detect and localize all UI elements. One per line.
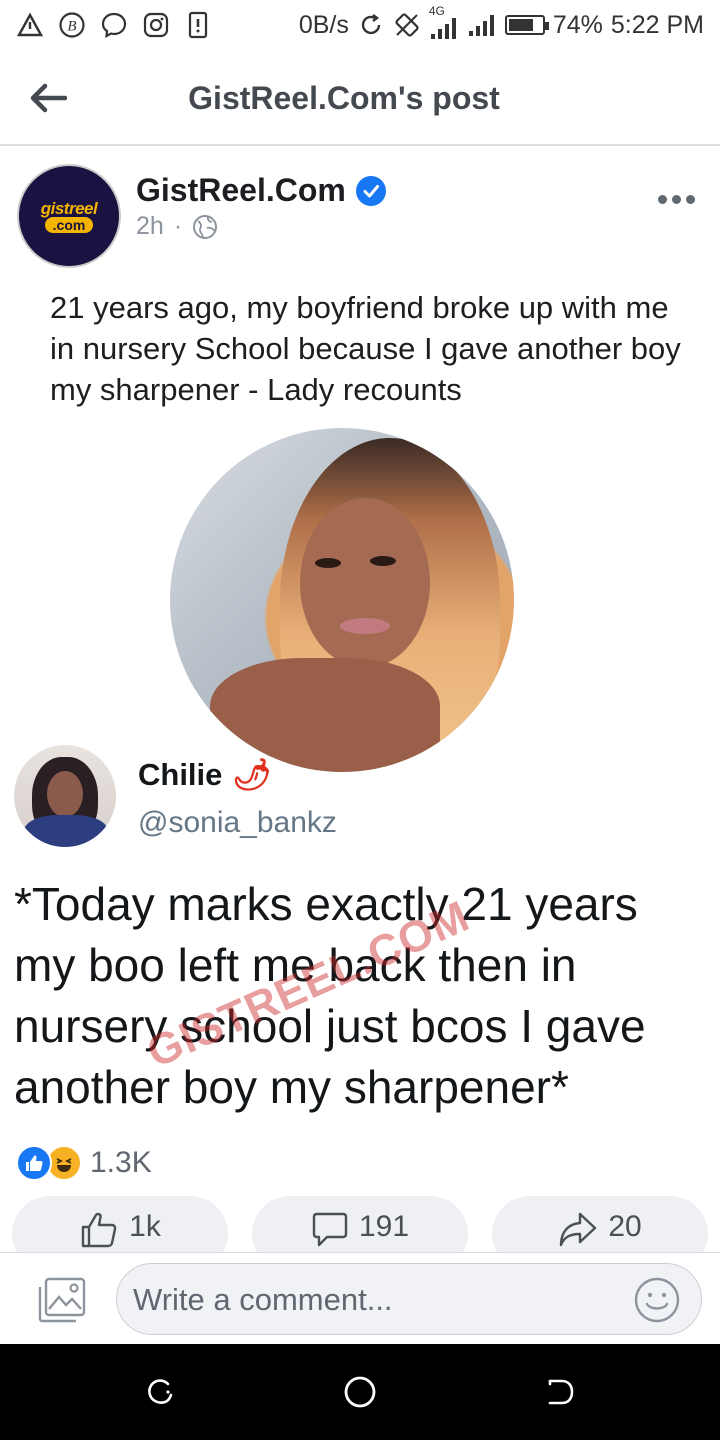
tweet-name: Chilie (138, 756, 223, 792)
page-title: GistReel.Com's post (188, 80, 500, 116)
emoji-smiley-icon[interactable] (633, 1276, 681, 1324)
reaction-count: 1.3K (90, 1146, 152, 1179)
tweet-handle: @sonia_bankz (138, 806, 337, 839)
meta-separator: · (173, 212, 183, 240)
comment-bar: Write a comment... (0, 1252, 720, 1344)
chili-pepper-icon: 🌶 (232, 757, 272, 792)
recent-apps-button[interactable] (140, 1372, 180, 1412)
post-meta: 2h · (136, 212, 218, 241)
tweet-avatar (14, 745, 116, 847)
battery-icon (504, 15, 549, 35)
svg-text:B: B (67, 19, 76, 35)
status-bar: B 0B/s 4G 74% 5:22 PM (0, 0, 720, 50)
recent-apps-icon (148, 1379, 173, 1404)
instagram-icon (142, 11, 170, 39)
home-circle-icon (344, 1376, 376, 1408)
like-button[interactable]: 1k (12, 1196, 228, 1252)
status-system-info: 0B/s 4G 74% 5:22 PM (298, 4, 704, 40)
net-speed: 0B/s (298, 10, 349, 39)
thumbs-up-icon (81, 1212, 117, 1248)
tweet-text: *Today marks exactly 21 years my boo lef… (14, 878, 646, 1113)
page-avatar[interactable]: gistreel .com (17, 164, 121, 268)
warning-icon (16, 11, 44, 39)
share-count: 20 (608, 1210, 642, 1243)
signal-icon (468, 15, 494, 36)
page-name: GistReel.Com (136, 172, 346, 208)
reactions-summary[interactable]: 1.3K (16, 1143, 152, 1183)
verified-badge-icon (355, 175, 386, 206)
dot-icon (657, 194, 667, 204)
back-nav-button[interactable] (540, 1372, 580, 1412)
signal-4g: 4G (429, 4, 459, 40)
logo-text-top: gistreel (40, 199, 98, 218)
back-nav-icon (548, 1379, 574, 1405)
comment-input[interactable]: Write a comment... (116, 1263, 702, 1335)
rotation-icon (393, 11, 421, 39)
post-header: gistreel .com GistReel.Com 2h · (0, 156, 720, 276)
network-type: 4G (428, 4, 445, 18)
battery-percent: 74% (552, 10, 603, 39)
post-time[interactable]: 2h (136, 212, 164, 241)
app-header: GistReel.Com's post (0, 50, 720, 146)
comment-bubble-icon (312, 1212, 348, 1247)
post-text: 21 years ago, my boyfriend broke up with… (50, 290, 681, 407)
sync-icon (357, 11, 385, 39)
notification-alert-icon (184, 11, 212, 39)
comment-button[interactable]: 191 (252, 1196, 468, 1252)
post-actions: 1k 191 20 (0, 1196, 720, 1252)
signal-icon (430, 18, 456, 39)
messenger-icon (100, 11, 128, 39)
like-count: 1k (129, 1210, 161, 1243)
share-arrow-icon (560, 1212, 597, 1247)
b-app-icon: B (58, 11, 86, 39)
tweet-author-name: Chilie 🌶 (138, 756, 272, 793)
comment-placeholder: Write a comment... (133, 1282, 393, 1317)
more-options-button[interactable] (652, 184, 700, 214)
home-button[interactable] (340, 1372, 380, 1412)
globe-icon (193, 214, 218, 239)
post-image[interactable]: Chilie 🌶 @sonia_bankz *Today marks exact… (0, 420, 720, 1190)
photo-gallery-icon (38, 1277, 86, 1323)
system-navigation-bar (0, 1344, 720, 1440)
battery-fill (508, 19, 533, 31)
logo-text-bottom: .com (44, 217, 94, 233)
dot-icon (671, 194, 681, 204)
status-notification-icons: B (16, 11, 212, 39)
profile-photo-large (170, 428, 514, 772)
clock: 5:22 PM (610, 10, 704, 39)
like-reaction-icon (16, 1145, 52, 1181)
add-photo-button[interactable] (36, 1275, 88, 1325)
page-name-link[interactable]: GistReel.Com (136, 172, 386, 209)
comment-count: 191 (358, 1210, 410, 1243)
share-button[interactable]: 20 (492, 1196, 708, 1252)
dot-icon (685, 194, 695, 204)
